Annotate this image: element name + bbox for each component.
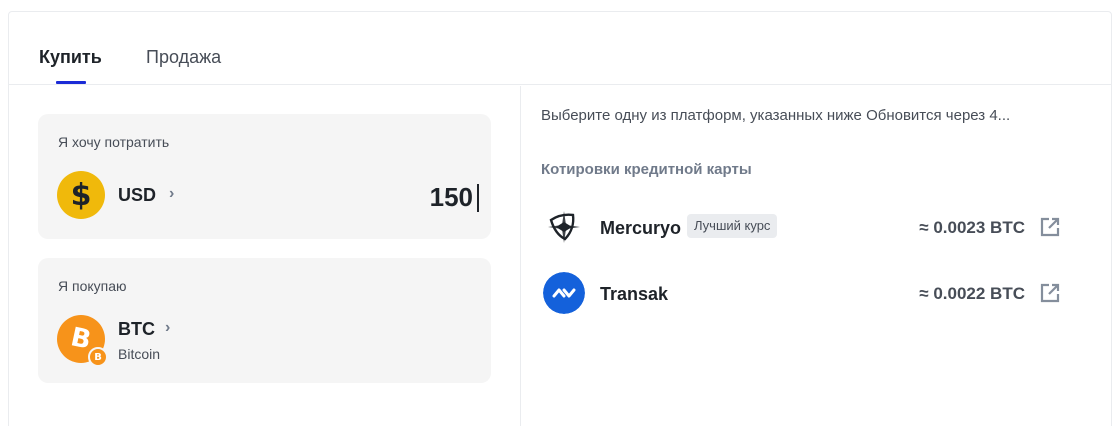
column-divider <box>520 86 521 426</box>
spend-currency-selector[interactable]: USD <box>118 185 156 206</box>
spend-amount-input[interactable] <box>273 181 473 213</box>
external-link-icon[interactable] <box>1039 282 1061 304</box>
tab-buy[interactable]: Купить <box>39 46 102 68</box>
tab-bar: Купить Продажа <box>9 12 1111 85</box>
provider-rate: ≈ 0.0022 BTC <box>919 284 1025 303</box>
provider-row-mercuryo[interactable]: Mercuryo Лучший курс ≈ 0.0023 BTC <box>541 206 1061 250</box>
provider-row-transak[interactable]: Transak ≈ 0.0022 BTC <box>541 272 1061 316</box>
platform-info-text: Выберите одну из платформ, указанных ниж… <box>541 107 1011 124</box>
best-rate-badge: Лучший курс <box>687 214 778 238</box>
receive-currency-selector[interactable]: BTC <box>118 319 155 340</box>
provider-name: Mercuryo <box>600 218 682 238</box>
receive-label: Я покупаю <box>58 278 127 294</box>
chevron-right-icon[interactable]: › <box>165 319 170 337</box>
quotes-title: Котировки кредитной карты <box>541 161 752 178</box>
receive-panel: Я покупаю B B BTC › Bitcoin <box>38 258 491 383</box>
receive-currency-name: Bitcoin <box>118 346 161 362</box>
spend-panel: Я хочу потратить $ USD › <box>38 114 491 239</box>
mercuryo-logo-icon <box>544 207 584 247</box>
text-caret <box>477 184 479 212</box>
provider-rate: ≈ 0.0023 BTC <box>919 218 1025 237</box>
transak-logo-icon <box>543 272 585 314</box>
external-link-icon[interactable] <box>1039 216 1061 238</box>
tab-sell[interactable]: Продажа <box>146 46 221 68</box>
provider-name: Transak <box>600 284 669 304</box>
dollar-coin-icon: $ <box>57 171 105 219</box>
active-tab-indicator <box>56 81 86 84</box>
chevron-right-icon[interactable]: › <box>169 185 174 203</box>
spend-label: Я хочу потратить <box>58 134 170 150</box>
bitcoin-network-icon: B <box>88 347 108 367</box>
